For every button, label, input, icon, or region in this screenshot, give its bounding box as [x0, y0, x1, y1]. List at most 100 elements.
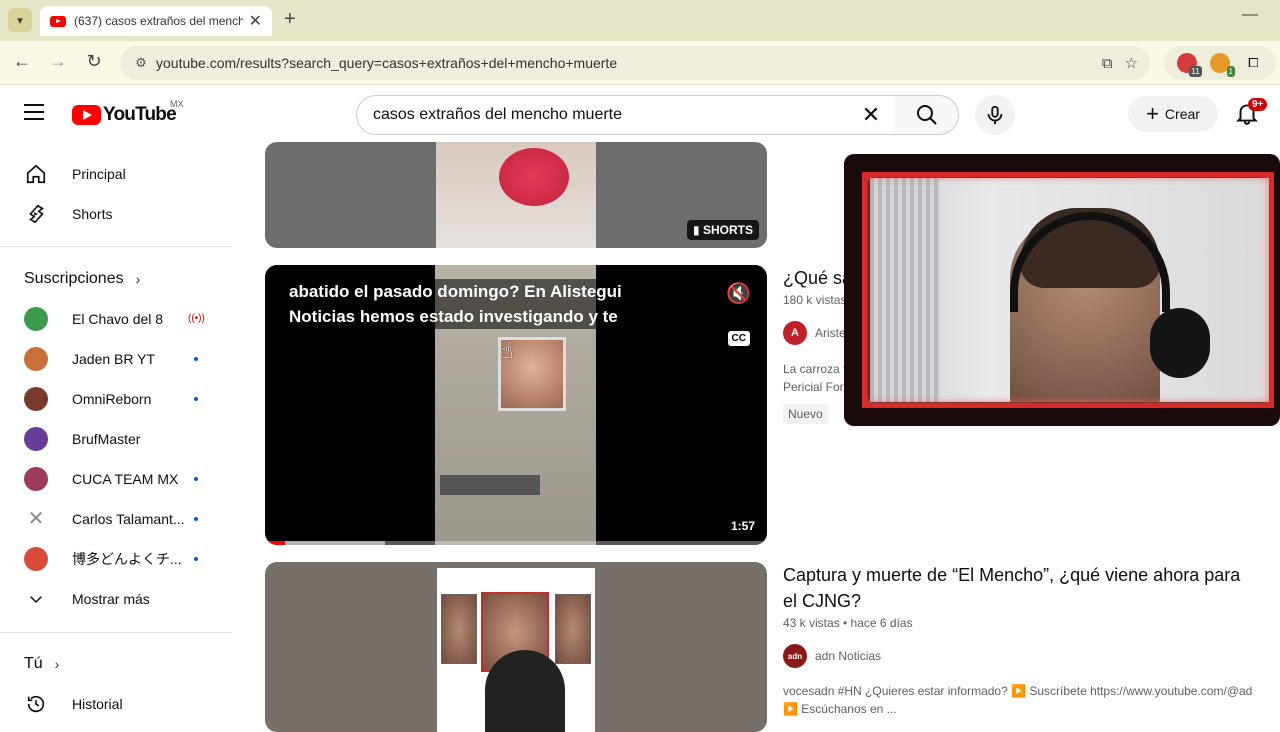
site-info-icon[interactable]: ⚙ [126, 55, 156, 71]
new-content-dot [194, 517, 198, 521]
subscription-label: 博多どんよくチ... [72, 551, 182, 567]
browser-tab-bar: ▾ (637) casos extraños del mencho ✕ + — [0, 0, 1280, 41]
subscription-label: Jaden BR YT [72, 351, 156, 367]
channel-name: adn Noticias [815, 649, 882, 663]
channel-avatar [24, 307, 48, 331]
thumbnail-logo: adn [543, 576, 568, 592]
search-icon [916, 105, 937, 125]
shorts-badge: ▮ SHORTS [687, 220, 759, 240]
new-content-dot [194, 397, 198, 401]
subscription-label: CUCA TEAM MX [72, 471, 179, 487]
subscription-item[interactable]: CUCA TEAM MX [12, 459, 220, 499]
sidebar-divider [0, 246, 232, 247]
new-tab-button[interactable]: + [284, 8, 296, 31]
address-bar[interactable]: ⚙ youtube.com/results?search_query=casos… [120, 46, 1150, 80]
subscription-item[interactable]: 博多どんよくチ... [12, 539, 220, 579]
you-heading[interactable]: Tú › [24, 655, 59, 673]
puzzle-extensions-icon[interactable]: ⧠ [1243, 53, 1263, 73]
channel-avatar [24, 467, 48, 491]
video-description: ▶️ Escúchanos en ... [783, 702, 897, 716]
video-duration: 1:57 [730, 519, 755, 533]
mute-icon[interactable]: 🔇 [726, 281, 751, 306]
thumbnail-image [499, 148, 569, 206]
clear-search-icon[interactable]: ✕ [853, 102, 889, 128]
chevron-right-icon: › [135, 271, 141, 287]
microphone-icon [987, 105, 1003, 125]
live-broadcast-icon: ((•)) [188, 313, 205, 324]
extension-badge: 1 [1226, 66, 1235, 77]
video-meta: 43 k vistas • hace 6 días [783, 616, 913, 630]
you-heading-label: Tú [24, 655, 43, 672]
window-minimize-button[interactable]: — [1242, 6, 1258, 24]
show-more-label: Mostrar más [72, 591, 150, 607]
bookmark-star-icon[interactable]: ☆ [1125, 54, 1138, 72]
sidebar-item-label: Historial [72, 696, 123, 712]
chevron-down-icon [24, 587, 48, 611]
channel-avatar [24, 547, 48, 571]
new-content-dot [194, 357, 198, 361]
closed-captions-icon[interactable]: CC [727, 331, 750, 346]
search-query[interactable]: casos extraños del mencho muerte [373, 106, 853, 124]
country-code: MX [170, 99, 184, 109]
shorts-thumbnail[interactable]: ▮ SHORTS [265, 142, 767, 248]
search-input[interactable]: casos extraños del mencho muerte ✕ [356, 95, 896, 135]
sidebar-item-principal[interactable]: Principal [12, 154, 220, 194]
video-description: vocesadn #HN ¿Quieres estar informado? ▶… [783, 684, 1253, 698]
subscription-label: El Chavo del 8 [72, 311, 164, 327]
video-preview-player[interactable]: abatido el pasado domingo? En Alistegui … [265, 265, 767, 545]
address-url[interactable]: youtube.com/results?search_query=casos+e… [156, 55, 1102, 71]
channel-avatar [24, 387, 48, 411]
reload-icon[interactable]: ↻ [82, 51, 106, 72]
subscription-item[interactable]: Jaden BR YT [12, 339, 220, 379]
extensions-area: 11 1 ⧠ [1164, 46, 1276, 80]
channel-avatar [24, 427, 48, 451]
new-badge: Nuevo [783, 404, 828, 424]
notification-count-badge: 9+ [1248, 98, 1268, 111]
subscription-item[interactable]: BrufMaster [12, 419, 220, 459]
browser-tab[interactable]: (637) casos extraños del mencho ✕ [40, 6, 272, 36]
history-icon [24, 692, 48, 716]
youtube-logo[interactable]: YouTube [72, 104, 177, 126]
menu-icon[interactable] [24, 104, 44, 125]
channel-avatar [24, 347, 48, 371]
install-app-icon[interactable]: ⧉ [1102, 55, 1113, 72]
tab-close-icon[interactable]: ✕ [249, 11, 262, 31]
plus-icon: + [1146, 101, 1159, 126]
search-button[interactable] [895, 95, 959, 135]
subscription-item[interactable]: ✕ Carlos Talamant... [12, 499, 220, 539]
sidebar: Principal Shorts Suscripciones › El Chav… [0, 142, 232, 720]
tab-search-button[interactable]: ▾ [8, 8, 32, 32]
extension-icon[interactable]: 1 [1209, 53, 1235, 77]
new-content-dot [194, 557, 198, 561]
extension-icon[interactable]: 11 [1176, 53, 1202, 77]
video-progress-bar[interactable] [265, 541, 767, 545]
shorts-badge-label: SHORTS [702, 223, 753, 237]
forward-arrow-icon[interactable]: → [46, 51, 70, 72]
channel-avatar: adn [783, 644, 807, 668]
subscription-item[interactable]: OmniReborn [12, 379, 220, 419]
show-more-button[interactable]: Mostrar más [12, 579, 220, 619]
subscriptions-heading[interactable]: Suscripciones › [24, 270, 140, 288]
tab-title: (637) casos extraños del mencho [74, 14, 243, 28]
youtube-masthead: YouTube MX casos extraños del mencho mue… [0, 86, 1280, 142]
extension-badge: 11 [1189, 66, 1202, 77]
channel-avatar: A [783, 321, 807, 345]
youtube-logo-text: YouTube [103, 104, 177, 125]
thumbnail-image [441, 594, 477, 664]
webcam-border [862, 172, 1274, 408]
sidebar-item-history[interactable]: Historial [12, 684, 220, 724]
sidebar-divider [0, 632, 232, 633]
subscription-label: BrufMaster [72, 431, 141, 447]
sidebar-item-shorts[interactable]: Shorts [12, 194, 220, 234]
create-button[interactable]: + Crear [1128, 96, 1218, 132]
voice-search-button[interactable] [975, 95, 1015, 135]
back-arrow-icon[interactable]: ← [10, 51, 34, 72]
browser-toolbar: ← → ↻ ⚙ youtube.com/results?search_query… [0, 41, 1280, 85]
progress-fill [265, 541, 286, 545]
subscription-label: OmniReborn [72, 391, 152, 407]
video-thumbnail[interactable]: adn [265, 562, 767, 732]
video-meta: 180 k vistas [783, 293, 847, 307]
channel-link[interactable]: adn adn Noticias [783, 644, 881, 668]
new-content-dot [194, 477, 198, 481]
video-title[interactable]: Captura y muerte de “El Mencho”, ¿qué vi… [783, 562, 1253, 614]
